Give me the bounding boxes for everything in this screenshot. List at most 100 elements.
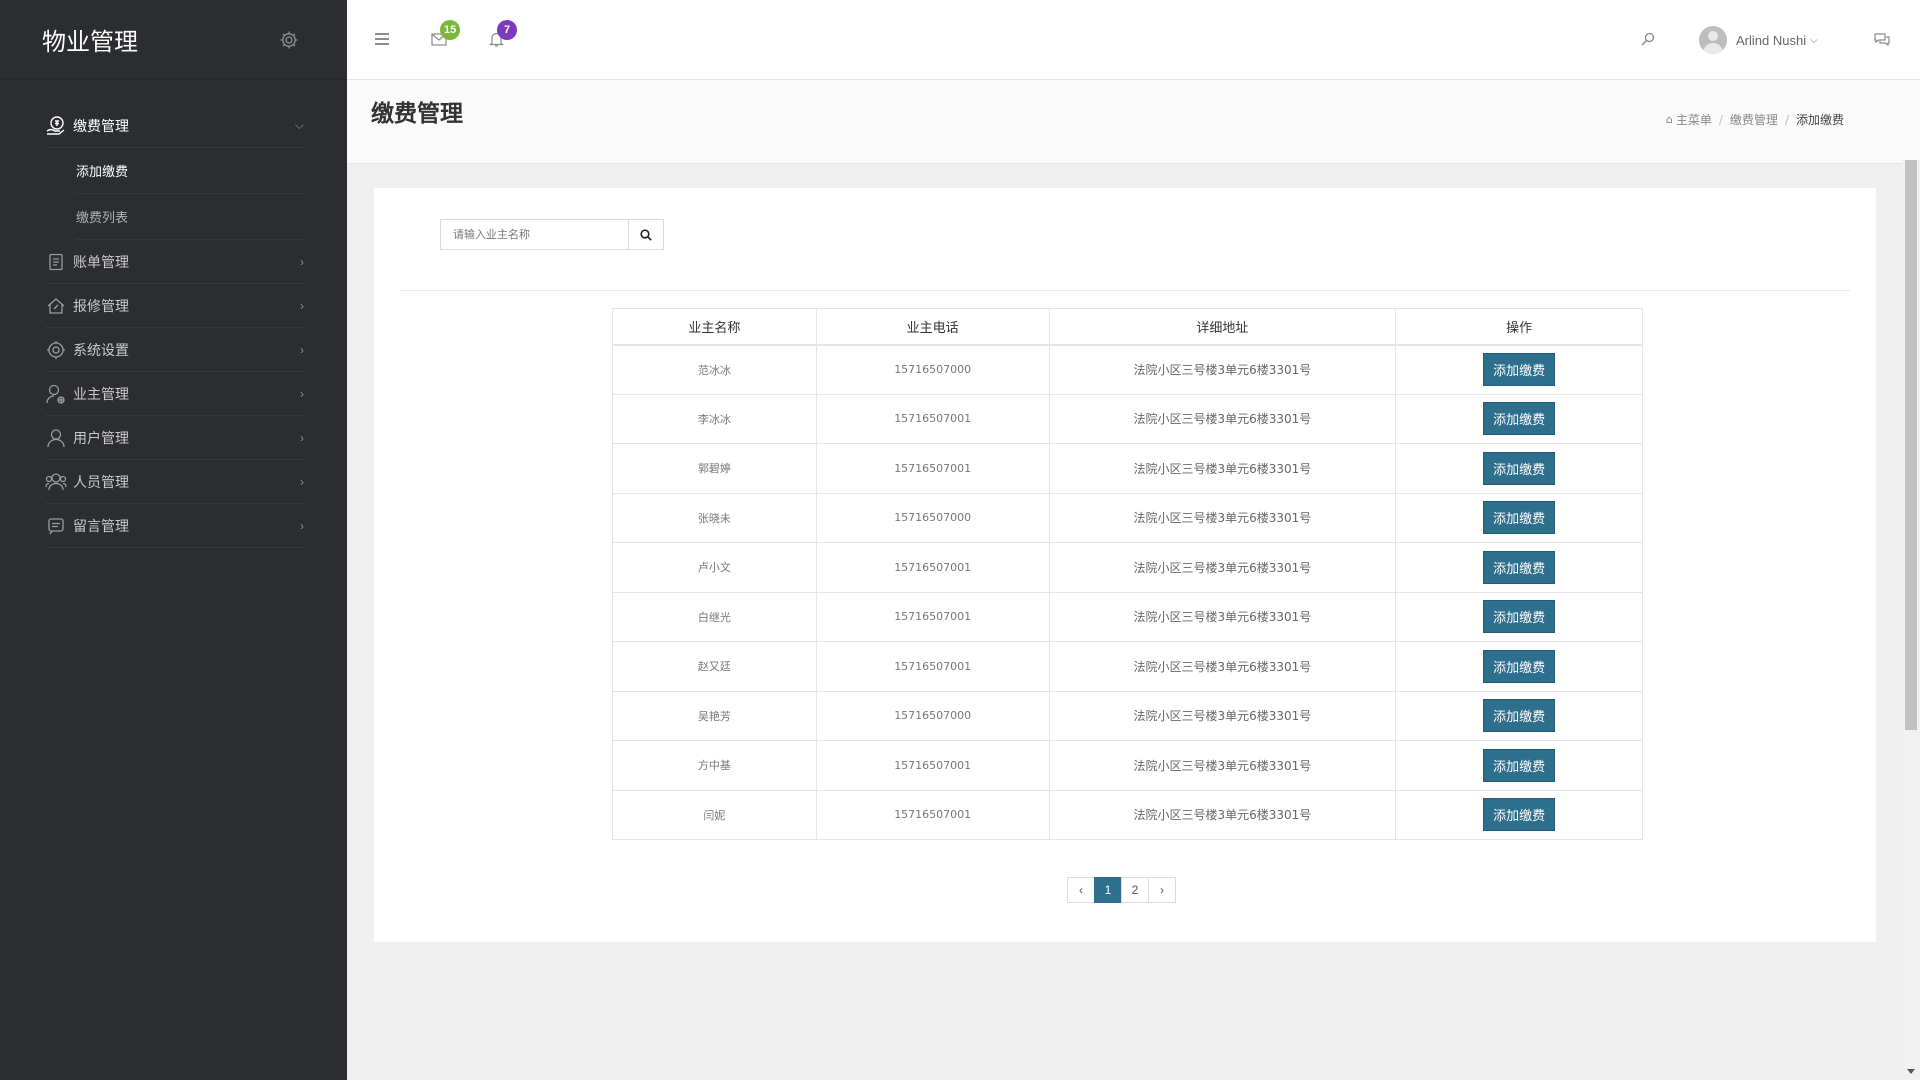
chevron-right-icon: ›: [300, 474, 304, 489]
table-row: 吴艳芳 15716507000 法院小区三号楼3单元6楼3301号 添加缴费: [612, 690, 1643, 741]
sidebar-item-settings[interactable]: 系统设置 ›: [45, 328, 304, 372]
owner-name-cell: 闫妮: [612, 789, 817, 840]
repair-house-icon: [45, 295, 67, 317]
chevron-right-icon: ›: [300, 254, 304, 269]
pagination-page-1[interactable]: 1: [1094, 877, 1122, 903]
app-title: 物业管理: [42, 28, 138, 56]
add-payment-button[interactable]: 添加缴费: [1483, 600, 1556, 634]
sidebar-item-label: 人员管理: [73, 474, 129, 491]
add-payment-button[interactable]: 添加缴费: [1483, 748, 1556, 782]
breadcrumb-home[interactable]: 主菜单: [1676, 111, 1712, 128]
sidebar-item-staff[interactable]: 人员管理 ›: [45, 460, 304, 504]
owner-address-cell: 法院小区三号楼3单元6楼3301号: [1048, 542, 1397, 593]
user-icon: [45, 427, 67, 449]
owner-address-cell: 法院小区三号楼3单元6楼3301号: [1048, 492, 1397, 543]
table-header-row: 业主名称 业主电话 详细地址 操作: [612, 308, 1643, 346]
bell-icon[interactable]: 7: [485, 20, 517, 50]
owner-phone-cell: 15716507001: [815, 641, 1050, 692]
owner-search-input[interactable]: [441, 220, 630, 249]
notification-count-badge: 7: [497, 20, 517, 40]
action-cell: 添加缴费: [1395, 740, 1643, 791]
sidebar-item-messages[interactable]: 留言管理 ›: [45, 504, 304, 548]
staff-group-icon: [45, 471, 67, 493]
chevron-right-icon: ›: [300, 518, 304, 533]
column-header-name: 业主名称: [612, 308, 817, 346]
table-row: 赵又廷 15716507001 法院小区三号楼3单元6楼3301号 添加缴费: [612, 641, 1643, 692]
owner-phone-cell: 15716507001: [815, 740, 1050, 791]
owner-phone-cell: 15716507001: [815, 393, 1050, 444]
owner-address-cell: 法院小区三号楼3单元6楼3301号: [1048, 641, 1397, 692]
owner-address-cell: 法院小区三号楼3单元6楼3301号: [1048, 690, 1397, 741]
vertical-scrollbar[interactable]: [1902, 160, 1920, 1080]
table-row: 李冰冰 15716507001 法院小区三号楼3单元6楼3301号 添加缴费: [612, 393, 1643, 444]
sidebar-item-owners[interactable]: 业主管理 ›: [45, 372, 304, 416]
owner-phone-cell: 15716507001: [815, 542, 1050, 593]
owner-address-cell: 法院小区三号楼3单元6楼3301号: [1048, 740, 1397, 791]
owner-user-icon: [45, 383, 67, 405]
add-payment-button[interactable]: 添加缴费: [1483, 649, 1556, 683]
mail-count-badge: 15: [440, 20, 461, 40]
hamburger-menu-icon[interactable]: [371, 28, 393, 50]
action-cell: 添加缴费: [1395, 591, 1643, 642]
owner-name-cell: 范冰冰: [612, 344, 817, 395]
sidebar-item-payment[interactable]: 缴费管理 ⌵: [45, 104, 304, 148]
submenu-item-add-payment[interactable]: 添加缴费: [76, 148, 304, 194]
chevron-right-icon: ›: [300, 430, 304, 445]
owner-phone-cell: 15716507000: [815, 492, 1050, 543]
owner-name-cell: 李冰冰: [612, 393, 817, 444]
scroll-down-arrow-icon[interactable]: [1907, 1069, 1915, 1074]
owner-address-cell: 法院小区三号楼3单元6楼3301号: [1048, 393, 1397, 444]
pagination-next[interactable]: ›: [1148, 877, 1176, 903]
add-payment-button[interactable]: 添加缴费: [1483, 798, 1556, 832]
breadcrumb-section[interactable]: 缴费管理: [1730, 111, 1778, 128]
submenu-item-label: 缴费列表: [76, 211, 129, 226]
owner-phone-cell: 15716507001: [815, 443, 1050, 494]
action-cell: 添加缴费: [1395, 492, 1643, 543]
table-row: 方中基 15716507001 法院小区三号楼3单元6楼3301号 添加缴费: [612, 740, 1643, 791]
owner-name-cell: 吴艳芳: [612, 690, 817, 741]
sidebar-item-label: 用户管理: [73, 430, 129, 447]
pagination-prev[interactable]: ‹: [1067, 877, 1095, 903]
add-payment-button[interactable]: 添加缴费: [1483, 699, 1556, 733]
add-payment-button[interactable]: 添加缴费: [1483, 402, 1556, 436]
owner-phone-cell: 15716507001: [815, 789, 1050, 840]
divider: [400, 290, 1850, 291]
search-icon: [640, 228, 652, 241]
table-row: 白继光 15716507001 法院小区三号楼3单元6楼3301号 添加缴费: [612, 591, 1643, 642]
table-row: 范冰冰 15716507000 法院小区三号楼3单元6楼3301号 添加缴费: [612, 344, 1643, 395]
submenu-item-payment-list[interactable]: 缴费列表: [76, 194, 304, 240]
chevron-down-icon: ⌵: [1810, 34, 1818, 46]
add-payment-button[interactable]: 添加缴费: [1483, 550, 1556, 584]
sidebar-brand: 物业管理: [0, 0, 347, 80]
mail-icon[interactable]: 15: [428, 20, 461, 50]
sidebar-item-users[interactable]: 用户管理 ›: [45, 416, 304, 460]
pagination: ‹ 1 2 ›: [1067, 877, 1176, 903]
search-button[interactable]: [629, 220, 663, 249]
sidebar-item-bills[interactable]: 账单管理 ›: [45, 240, 304, 284]
scrollbar-thumb[interactable]: [1905, 160, 1917, 730]
user-menu[interactable]: Arlind Nushi ⌵: [1699, 26, 1818, 54]
sidebar-item-repair[interactable]: 报修管理 ›: [45, 284, 304, 328]
table-row: 张晓未 15716507000 法院小区三号楼3单元6楼3301号 添加缴费: [612, 492, 1643, 543]
chevron-right-icon: ›: [300, 386, 304, 401]
add-payment-button[interactable]: 添加缴费: [1483, 501, 1556, 535]
action-cell: 添加缴费: [1395, 690, 1643, 741]
pagination-page-2[interactable]: 2: [1121, 877, 1149, 903]
add-payment-button[interactable]: 添加缴费: [1483, 451, 1556, 485]
payment-hand-icon: [45, 115, 67, 137]
owner-address-cell: 法院小区三号楼3单元6楼3301号: [1048, 591, 1397, 642]
owner-address-cell: 法院小区三号楼3单元6楼3301号: [1048, 443, 1397, 494]
chat-icon[interactable]: [1871, 28, 1893, 50]
add-payment-button[interactable]: 添加缴费: [1483, 353, 1556, 386]
search-icon[interactable]: [1637, 28, 1659, 50]
page-header: 缴费管理 ⌂ 主菜单 / 缴费管理 / 添加缴费: [347, 80, 1920, 164]
content-card: 业主名称 业主电话 详细地址 操作 范冰冰 15716507000 法院小区三号…: [374, 188, 1876, 942]
home-icon: ⌂: [1665, 113, 1673, 126]
message-icon: [45, 515, 67, 537]
owner-name-cell: 赵又廷: [612, 641, 817, 692]
gear-icon[interactable]: [279, 30, 299, 50]
search-bar: [440, 219, 664, 250]
settings-gear-icon: [45, 339, 67, 361]
column-header-address: 详细地址: [1048, 308, 1397, 346]
table-body: 范冰冰 15716507000 法院小区三号楼3单元6楼3301号 添加缴费 李…: [612, 344, 1643, 840]
